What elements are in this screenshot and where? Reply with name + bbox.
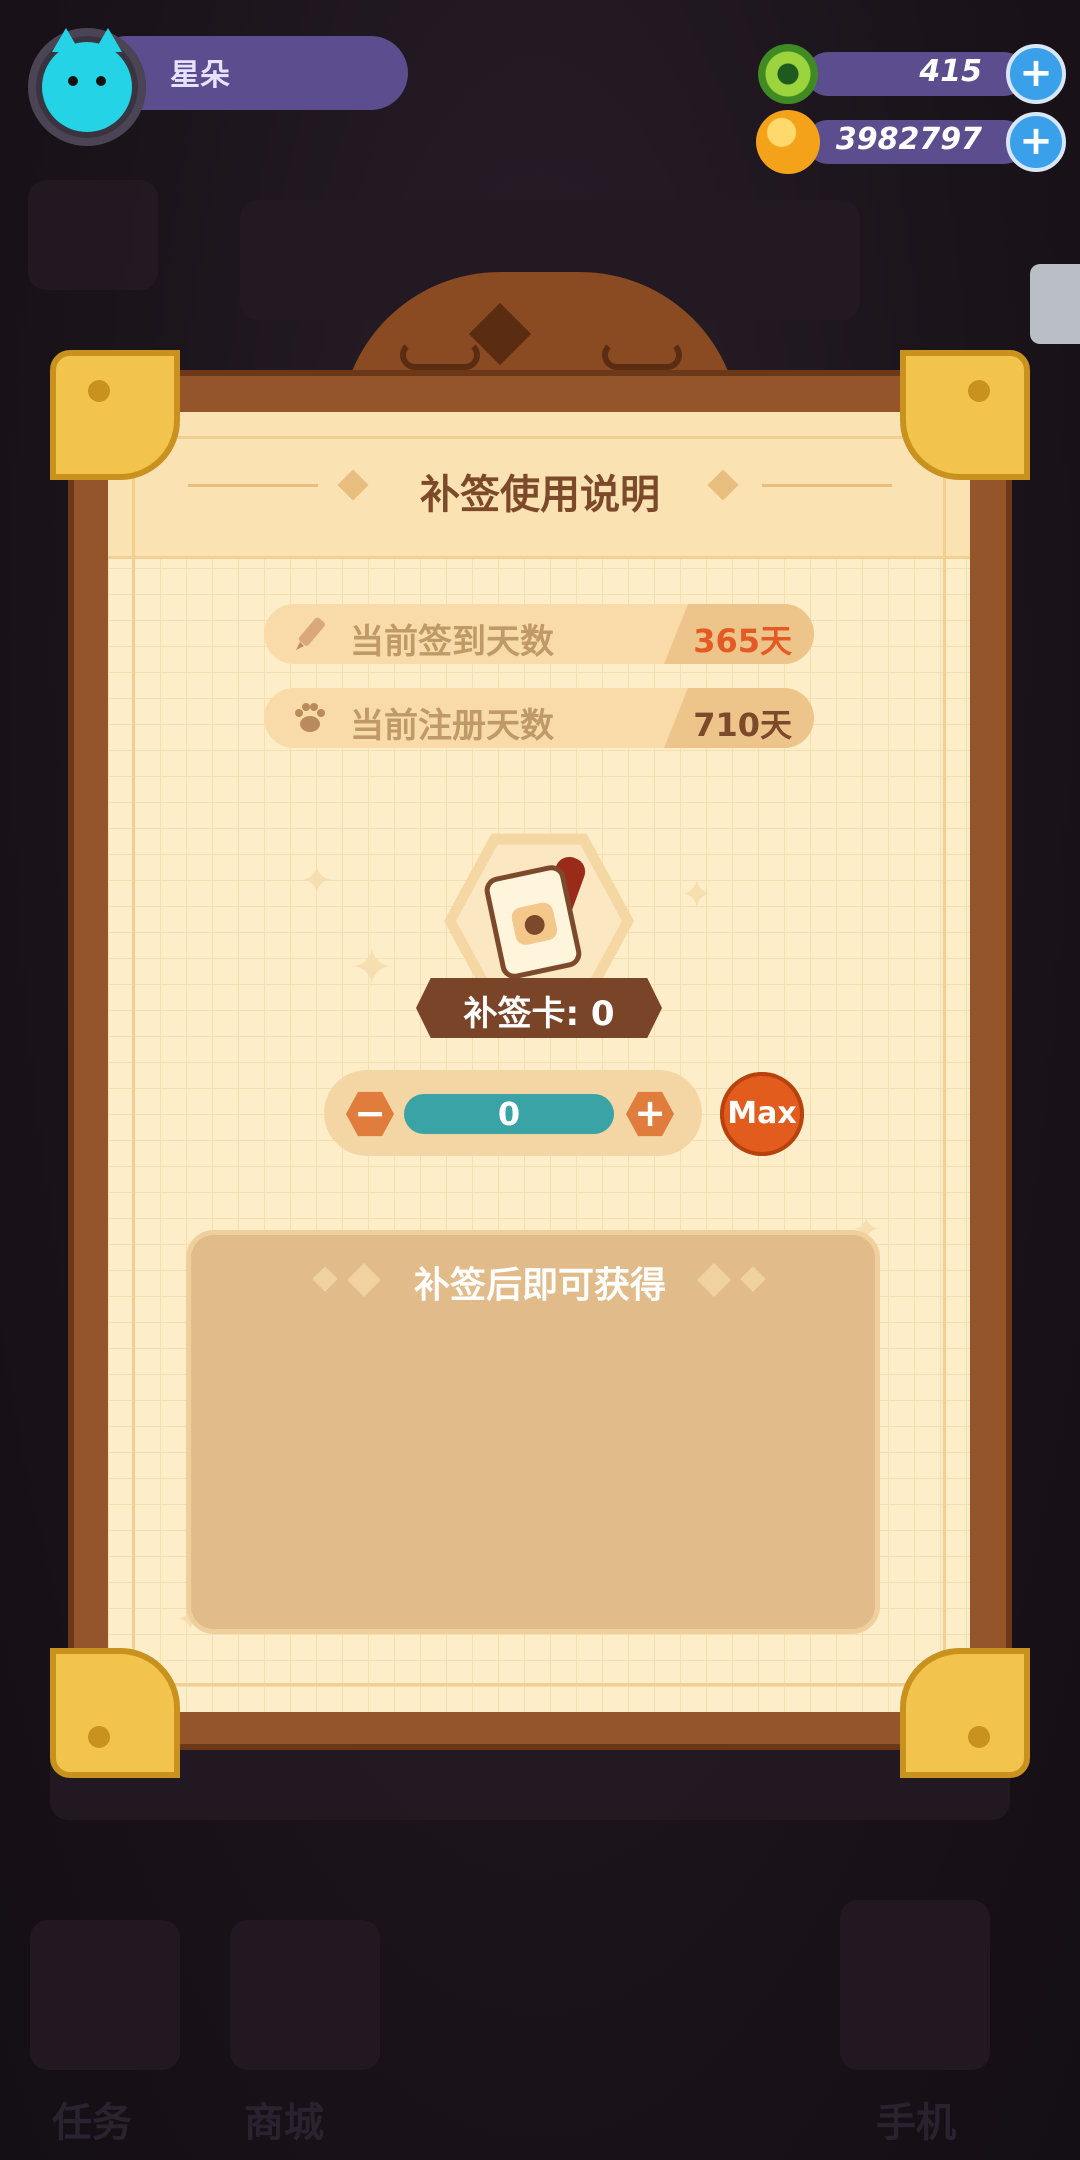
cat-ear-right xyxy=(94,28,122,52)
reward-title: 补签后即可获得 xyxy=(413,1265,666,1306)
background-task-tile xyxy=(30,1920,180,2070)
nav-phone-label[interactable]: 手机 xyxy=(876,2090,956,2148)
max-button[interactable]: Max xyxy=(720,1072,804,1156)
sparkle-icon: ✦ xyxy=(680,872,714,918)
currency-value: 3982797 xyxy=(835,122,982,157)
currency-bar xyxy=(806,52,1026,96)
checkin-days-row: 当前签到天数 365天 xyxy=(264,604,814,664)
green-donut-coin-icon xyxy=(758,44,818,104)
cat-ear-left xyxy=(52,28,80,52)
dialog-title: 补签使用说明 xyxy=(420,472,660,518)
nav-task-label[interactable]: 任务 xyxy=(52,2090,132,2148)
sparkle-icon: ✦ xyxy=(350,938,394,998)
background-phone-tile xyxy=(840,1900,990,2070)
background-help-tile xyxy=(28,180,158,290)
background-shop-tile xyxy=(230,1920,380,2070)
currency-donut: 415 + xyxy=(758,44,1066,104)
checkin-days-label: 当前签到天数 xyxy=(350,622,554,662)
pencil-icon xyxy=(296,617,325,650)
corner-rivet xyxy=(968,1726,990,1748)
arch-swirl-right xyxy=(602,340,682,370)
corner-ornament-top-left xyxy=(50,350,180,480)
sparkle-icon: ✦ xyxy=(300,858,334,904)
cat-eye-left xyxy=(68,76,78,86)
currency-value: 415 xyxy=(919,54,982,89)
scissor-side-icon[interactable] xyxy=(1030,264,1080,344)
corner-ornament-top-right xyxy=(900,350,1030,480)
add-currency-button[interactable]: + xyxy=(1006,112,1066,172)
card-paw-icon: ● xyxy=(509,900,559,947)
currency-planet: 3982797 + xyxy=(756,110,1066,174)
register-days-row: 当前注册天数 710天 xyxy=(264,688,814,748)
register-days-value: 710天 xyxy=(693,706,792,744)
nav-shop-label[interactable]: 商城 xyxy=(244,2090,324,2148)
cat-eye-right xyxy=(96,76,106,86)
arch-swirl-left xyxy=(400,340,480,370)
corner-rivet xyxy=(88,1726,110,1748)
paw-icon xyxy=(295,703,325,732)
corner-rivet xyxy=(88,380,110,402)
cat-avatar-icon[interactable] xyxy=(42,28,132,132)
register-days-label: 当前注册天数 xyxy=(350,706,554,746)
planet-coin-icon xyxy=(756,110,820,174)
profile-name: 星朵 xyxy=(170,58,230,93)
card-count-label: 补签卡: 0 xyxy=(463,994,615,1034)
checkin-days-value: 365天 xyxy=(693,622,792,660)
corner-rivet xyxy=(968,380,990,402)
profile-badge[interactable]: 星朵 xyxy=(20,28,408,148)
corner-ornament-bottom-left xyxy=(50,1648,180,1778)
corner-ornament-bottom-right xyxy=(900,1648,1030,1778)
quantity-value: 0 xyxy=(497,1095,521,1133)
add-currency-button[interactable]: + xyxy=(1006,44,1066,104)
